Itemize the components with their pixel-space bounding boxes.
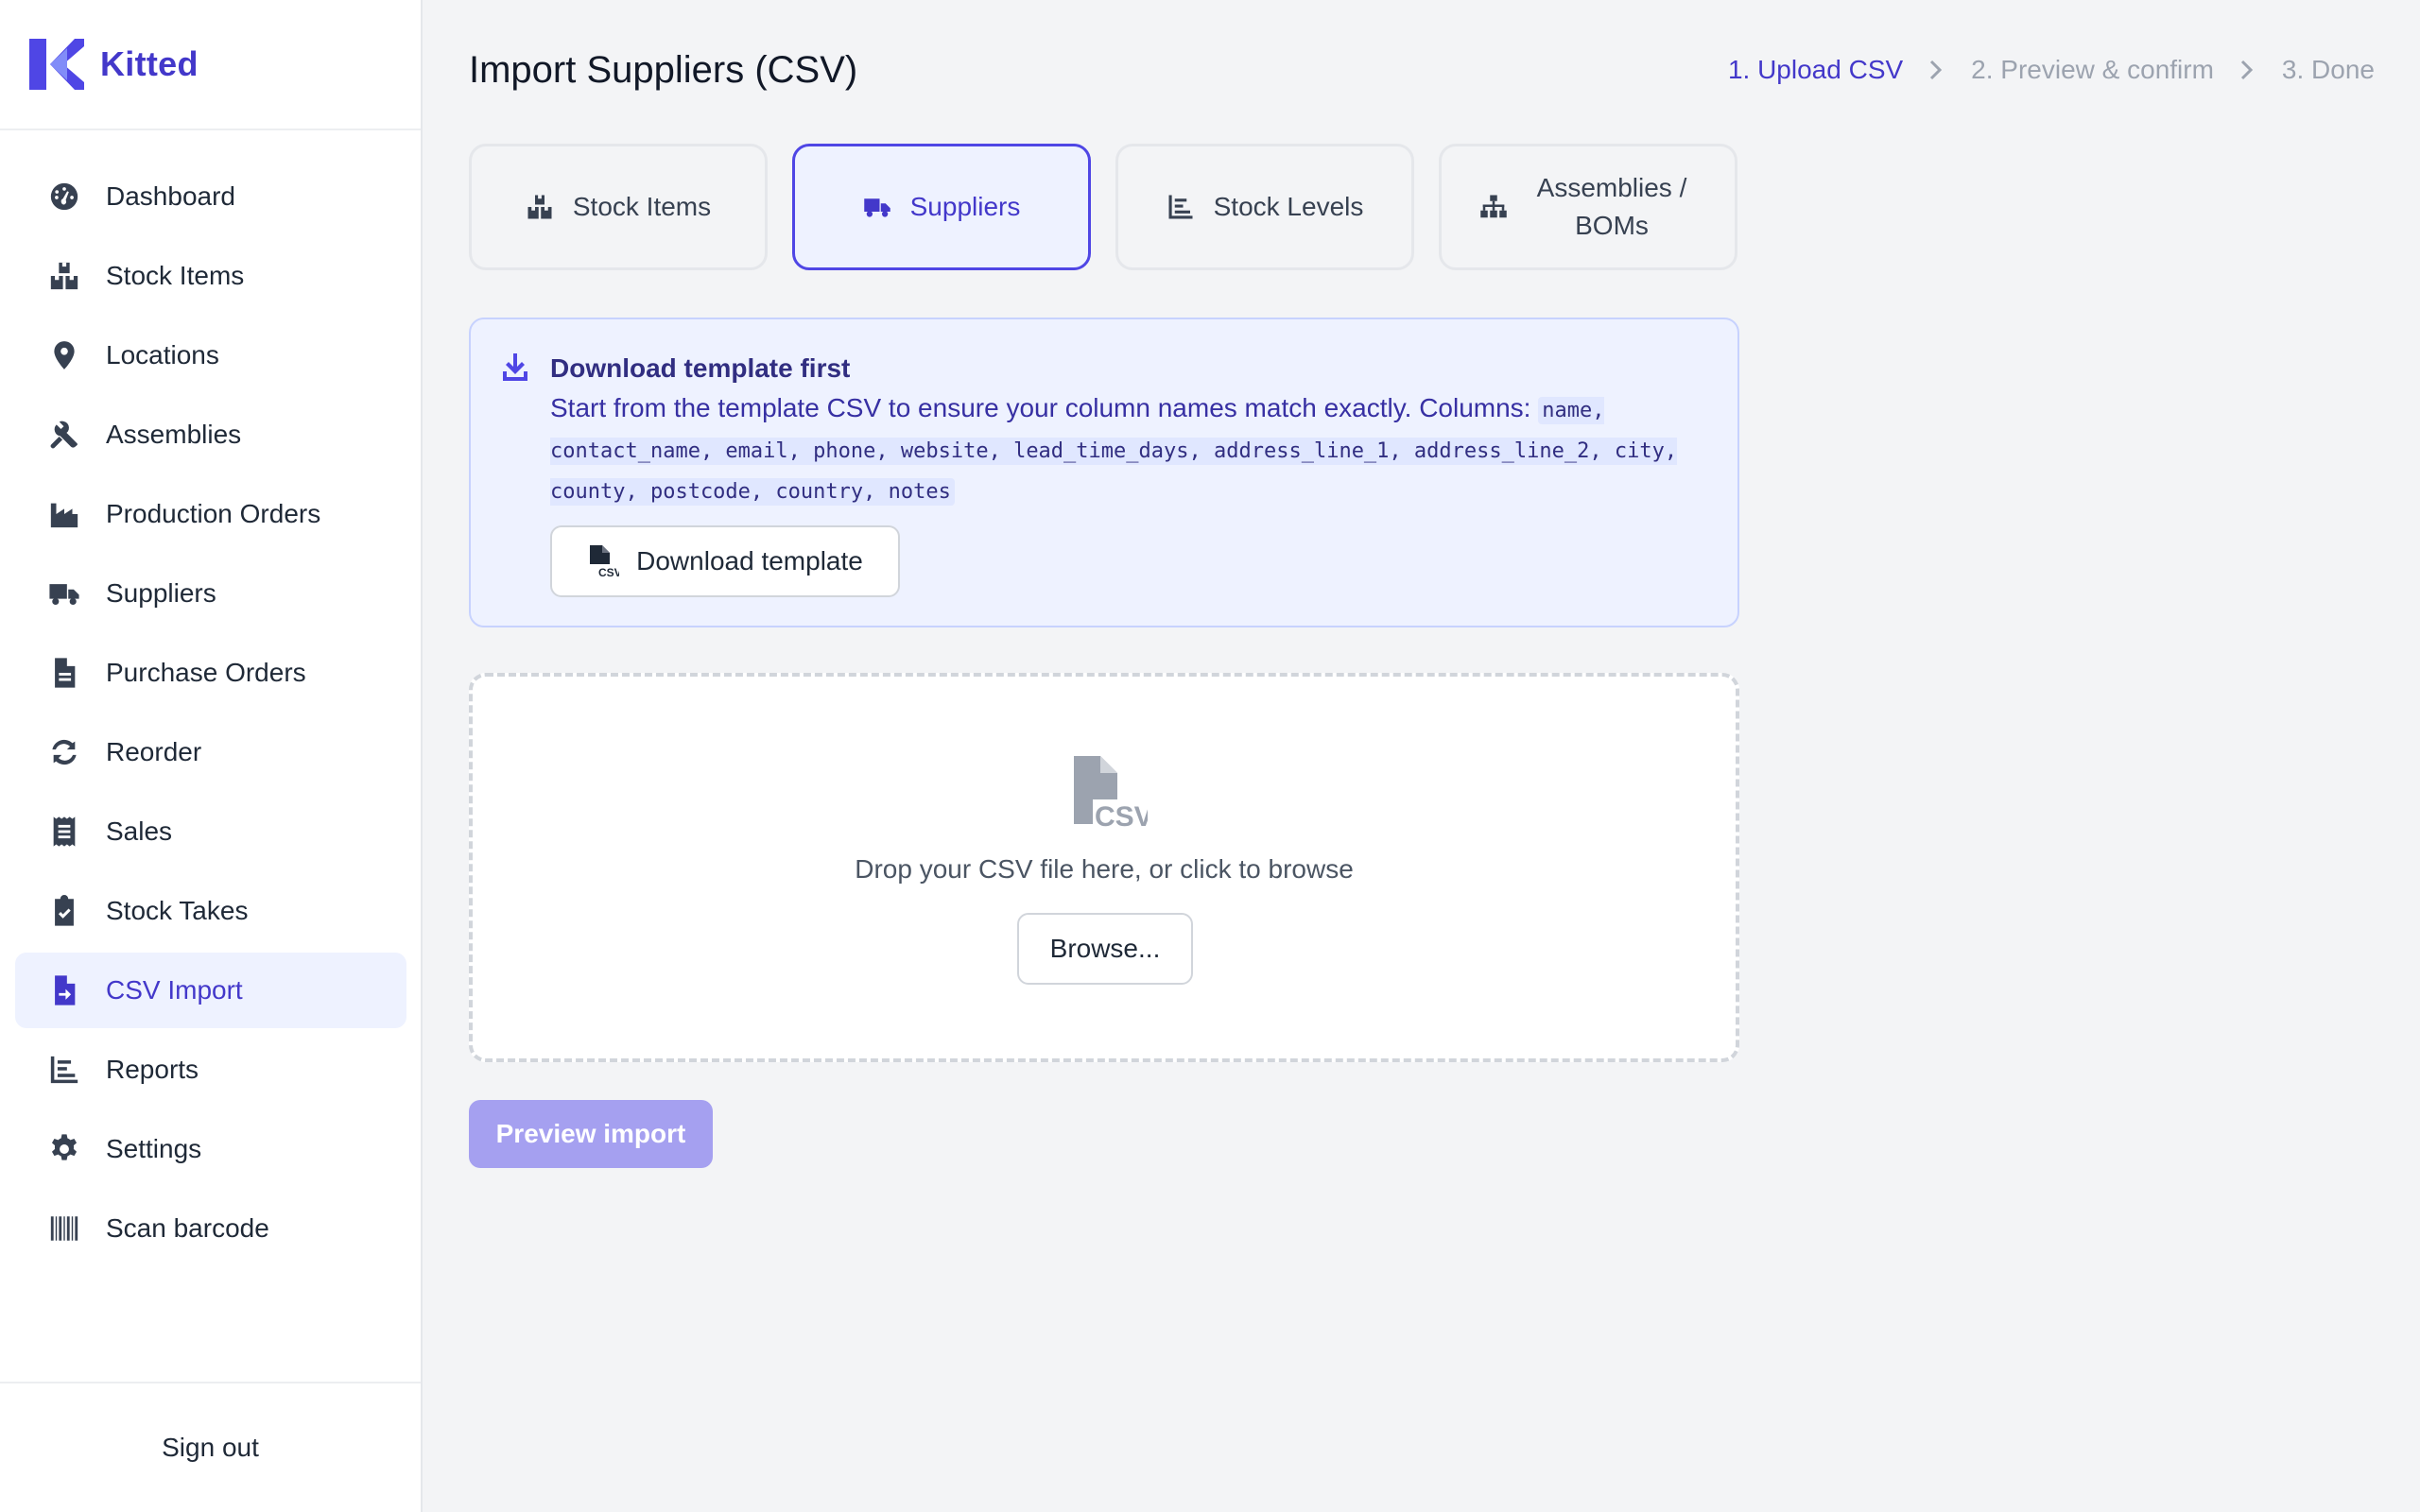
step-done: 3. Done [2281, 55, 2375, 84]
sidebar-footer: Sign out [0, 1382, 421, 1512]
sitemap-icon [1479, 193, 1508, 221]
sidebar-item-label: Sales [106, 816, 173, 846]
sidebar-item-reorder[interactable]: Reorder [15, 714, 406, 790]
tab-assemblies-boms[interactable]: Assemblies / BOMs [1439, 144, 1737, 270]
chevron-right-icon [2238, 60, 2257, 80]
file-csv-icon: CSV [1074, 756, 1148, 833]
refresh-icon [47, 735, 81, 769]
sidebar-item-production-orders[interactable]: Production Orders [15, 476, 406, 552]
download-icon [501, 352, 529, 384]
document-icon [47, 656, 81, 690]
sidebar-item-suppliers[interactable]: Suppliers [15, 556, 406, 631]
file-csv-icon: CSV [590, 545, 619, 578]
tab-label: Assemblies / BOMs [1536, 173, 1687, 240]
sidebar-item-dashboard[interactable]: Dashboard [15, 159, 406, 234]
sidebar-nav: Dashboard Stock Items Locations Assembli… [15, 159, 406, 1270]
brand[interactable]: Kitted [0, 0, 421, 130]
barcode-icon [47, 1211, 81, 1246]
step-upload-csv: 1. Upload CSV [1727, 55, 1904, 84]
sidebar-item-sales[interactable]: Sales [15, 794, 406, 869]
sidebar-item-purchase-orders[interactable]: Purchase Orders [15, 635, 406, 711]
import-type-tabs: Stock Items Suppliers Stock Levels Assem… [469, 144, 1737, 270]
sidebar-item-label: Scan barcode [106, 1213, 269, 1243]
brand-name: Kitted [100, 44, 199, 83]
sidebar-item-label: Reports [106, 1055, 199, 1084]
download-template-button[interactable]: CSV Download template [550, 525, 900, 597]
sidebar-item-label: Dashboard [106, 181, 235, 211]
tab-label: Stock Items [572, 192, 712, 221]
sidebar-item-csv-import[interactable]: CSV Import [15, 953, 406, 1028]
sidebar: Kitted Dashboard Stock Items Locations A… [0, 0, 423, 1512]
boxes-icon [526, 193, 554, 221]
chevron-right-icon [1927, 60, 1946, 80]
sidebar-item-label: Settings [106, 1134, 202, 1163]
preview-import-button[interactable]: Preview import [469, 1100, 713, 1168]
download-template-label: Download template [636, 546, 863, 576]
file-import-icon [47, 973, 81, 1007]
sidebar-item-assemblies[interactable]: Assemblies [15, 397, 406, 472]
factory-icon [47, 497, 81, 531]
template-notice: Download template first Start from the t… [469, 318, 1739, 627]
sidebar-item-label: CSV Import [106, 975, 243, 1005]
clipboard-check-icon [47, 894, 81, 928]
sidebar-item-scan-barcode[interactable]: Scan barcode [15, 1191, 406, 1266]
receipt-icon [47, 815, 81, 849]
sidebar-item-label: Reorder [106, 737, 202, 766]
sidebar-item-label: Purchase Orders [106, 658, 306, 687]
boxes-icon [47, 259, 81, 293]
dashboard-gauge-icon [47, 180, 81, 214]
tools-icon [47, 418, 81, 452]
import-steps: 1. Upload CSV 2. Preview & confirm 3. Do… [1728, 55, 2375, 85]
map-pin-icon [47, 338, 81, 372]
step-preview-confirm: 2. Preview & confirm [1971, 55, 2214, 84]
page-title: Import Suppliers (CSV) [469, 49, 858, 91]
csv-dropzone[interactable]: CSV Drop your CSV file here, or click to… [469, 673, 1739, 1062]
bar-chart-icon [47, 1053, 81, 1087]
sign-out-button[interactable]: Sign out [162, 1433, 259, 1463]
dropzone-text: Drop your CSV file here, or click to bro… [855, 854, 1354, 884]
sidebar-item-label: Assemblies [106, 420, 242, 449]
tab-stock-items[interactable]: Stock Items [469, 144, 768, 270]
kitted-logo-icon [29, 39, 84, 90]
sidebar-item-label: Locations [106, 340, 219, 369]
truck-icon [47, 576, 81, 610]
template-notice-title: Download template first [550, 353, 851, 383]
browse-button[interactable]: Browse... [1017, 913, 1193, 985]
sidebar-item-label: Stock Takes [106, 896, 249, 925]
sidebar-item-reports[interactable]: Reports [15, 1032, 406, 1108]
sidebar-item-stock-items[interactable]: Stock Items [15, 238, 406, 314]
sidebar-item-stock-takes[interactable]: Stock Takes [15, 873, 406, 949]
template-notice-text: Start from the template CSV to ensure yo… [550, 389, 1722, 511]
sidebar-item-label: Production Orders [106, 499, 321, 528]
svg-text:CSV: CSV [1095, 801, 1148, 833]
bar-chart-icon [1167, 193, 1195, 221]
sidebar-item-settings[interactable]: Settings [15, 1111, 406, 1187]
sidebar-item-label: Suppliers [106, 578, 216, 608]
template-notice-description: Start from the template CSV to ensure yo… [550, 393, 1531, 422]
svg-text:CSV: CSV [598, 566, 619, 578]
gear-icon [47, 1132, 81, 1166]
tab-stock-levels[interactable]: Stock Levels [1115, 144, 1414, 270]
sidebar-item-label: Stock Items [106, 261, 245, 290]
truck-icon [863, 193, 891, 221]
tab-label: Stock Levels [1213, 192, 1364, 221]
sidebar-item-locations[interactable]: Locations [15, 318, 406, 393]
tab-suppliers[interactable]: Suppliers [792, 144, 1091, 270]
tab-label: Suppliers [909, 192, 1021, 221]
